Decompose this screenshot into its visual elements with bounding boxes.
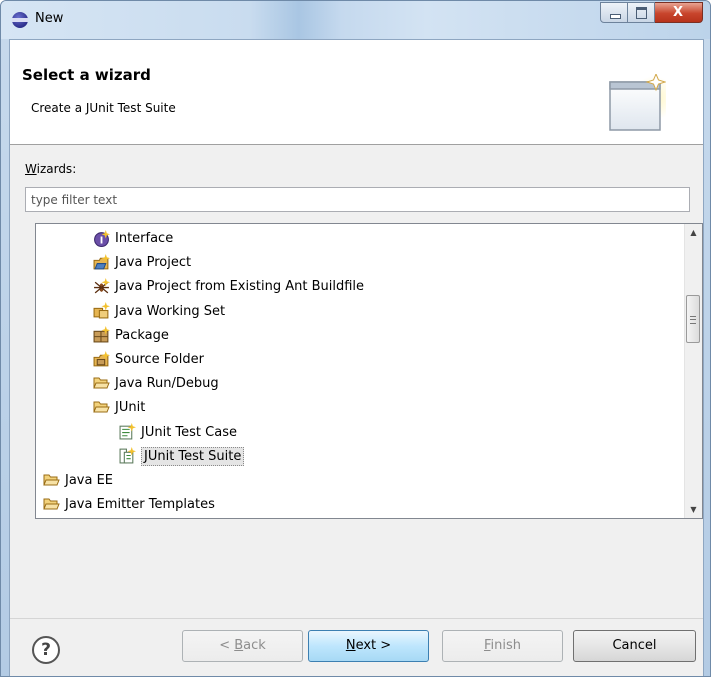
grip-icon (690, 316, 696, 324)
tree-item[interactable]: JUnit Test Suite (119, 446, 245, 468)
window-title: New (35, 11, 64, 26)
back-button[interactable]: < Back (182, 630, 303, 662)
tree-item[interactable]: Java Run/Debug (93, 373, 219, 395)
tree-item-label: JUnit (115, 400, 146, 416)
close-icon: X (672, 5, 684, 20)
next-button[interactable]: Next > (308, 630, 429, 662)
banner-description: Create a JUnit Test Suite (31, 101, 176, 115)
scroll-up-icon[interactable]: ▲ (685, 224, 702, 241)
tree-item[interactable]: Java Working Set (93, 301, 225, 323)
tree-item[interactable]: Java Project from Existing Ant Buildfile (93, 276, 364, 298)
tree-item[interactable]: Package (93, 325, 169, 347)
tree-item[interactable]: Source Folder (93, 349, 204, 371)
tree-item[interactable]: Java EE (43, 470, 113, 492)
scrollbar-thumb[interactable] (686, 295, 700, 343)
maximize-icon (636, 7, 647, 19)
tree-item-label: Java Emitter Templates (65, 497, 215, 513)
package-icon (93, 326, 110, 343)
tree-item-label: Source Folder (115, 352, 204, 367)
folder-open-icon (93, 399, 110, 415)
filter-input[interactable] (25, 187, 690, 212)
tree-item[interactable]: I Interface (93, 228, 173, 250)
minimize-button[interactable] (600, 2, 628, 23)
java-project-icon (93, 253, 110, 270)
working-set-icon (93, 302, 110, 319)
finish-button[interactable]: Finish (442, 630, 563, 662)
tree-item[interactable]: JUnit (93, 397, 145, 419)
new-wizard-banner-icon (609, 74, 666, 131)
cancel-button[interactable]: Cancel (573, 630, 696, 662)
wizard-client-area: Select a wizard Create a JUnit Test Suit… (9, 39, 704, 676)
ant-buildfile-icon (93, 277, 110, 294)
tree-item-label: Java Working Set (115, 303, 226, 319)
tree-item[interactable]: JUnit Test Case (119, 422, 237, 444)
eclipse-icon (12, 12, 28, 28)
tree-item-label: JUnit Test Suite (141, 446, 245, 466)
window-controls: X (600, 2, 703, 23)
tree-item-label: Java Project (115, 255, 192, 271)
banner-title: Select a wizard (22, 66, 151, 84)
wizards-label: Wizards: (25, 162, 77, 176)
new-wizard-window: New X Select a wizard Create a JUnit Tes… (0, 0, 711, 677)
junit-test-suite-icon (119, 447, 136, 464)
vertical-scrollbar[interactable]: ▲ ▼ (684, 224, 702, 518)
tree-item[interactable]: Java Emitter Templates (43, 494, 215, 516)
tree-item-label: JUnit Test Case (141, 424, 237, 440)
folder-open-icon (93, 375, 110, 391)
svg-text:I: I (100, 235, 104, 246)
source-folder-icon (93, 350, 110, 367)
wizard-tree[interactable]: I Interface Java Project Java Project from … (35, 223, 703, 519)
tree-item[interactable]: Java Project (93, 252, 191, 274)
minimize-icon (610, 14, 621, 19)
tree-item-label: Java EE (65, 473, 114, 488)
tree-item-label: Java Project from Existing Ant Buildfile (115, 279, 365, 295)
help-button[interactable]: ? (32, 636, 60, 664)
title-bar[interactable]: New X (1, 1, 710, 39)
button-bar-separator (10, 618, 703, 619)
scroll-down-icon[interactable]: ▼ (685, 501, 702, 518)
wizard-banner: Select a wizard Create a JUnit Test Suit… (10, 40, 703, 145)
interface-icon: I (93, 229, 110, 247)
tree-item-label: Interface (115, 231, 174, 246)
folder-open-icon (43, 496, 60, 512)
tree-item-label: Java Run/Debug (115, 376, 219, 392)
tree-item-label: Package (115, 327, 169, 343)
folder-open-icon (43, 472, 60, 488)
close-button[interactable]: X (655, 2, 703, 23)
maximize-button[interactable] (628, 2, 655, 23)
junit-test-case-icon (119, 423, 136, 440)
